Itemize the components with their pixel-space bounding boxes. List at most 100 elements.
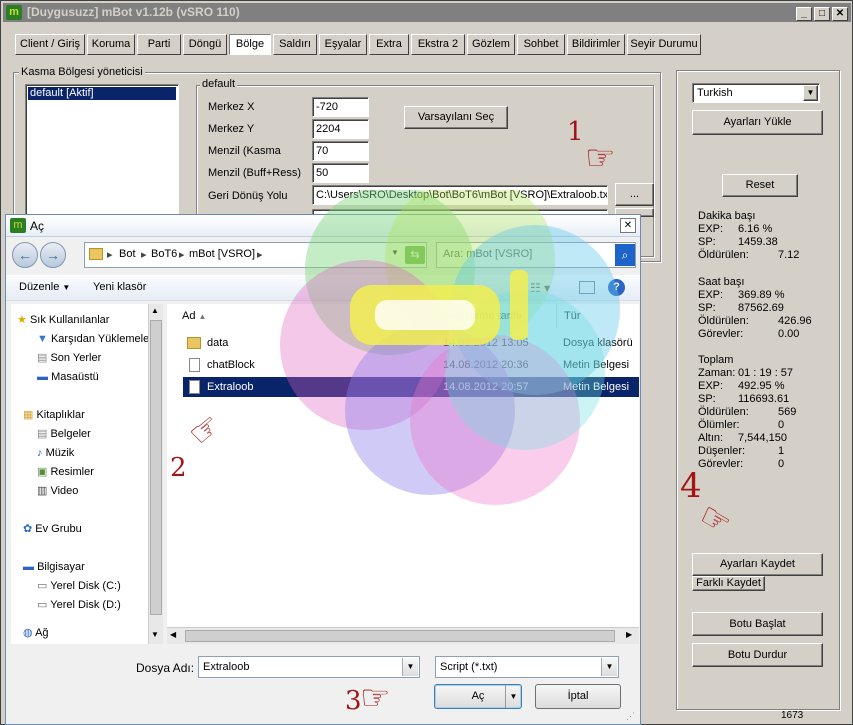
search-box[interactable]: Ara: mBot [VSRO] ⌕	[436, 242, 636, 268]
chevron-down-icon[interactable]: ▼	[402, 658, 418, 676]
nav-documents[interactable]: ▤ Belgeler	[37, 425, 91, 444]
start-bot-button[interactable]: Botu Başlat	[692, 612, 823, 636]
total-kills-value: 569	[778, 406, 797, 418]
language-select[interactable]: Turkish ▼	[692, 83, 820, 103]
select-default-button[interactable]: Varsayılanı Seç	[404, 106, 508, 129]
center-y-input[interactable]: 2204	[312, 119, 369, 139]
refresh-icon[interactable]: ⇆	[405, 246, 425, 264]
chevron-down-icon[interactable]: ▼	[505, 685, 521, 708]
organize-label: Düzenle	[19, 281, 60, 293]
resize-grip-icon[interactable]: ⋰	[626, 711, 635, 722]
status-number: 1673	[781, 710, 804, 721]
nav-pictures[interactable]: ▣ Resimler	[37, 463, 94, 482]
file-row-selected[interactable]: Extraloob 14.08.2012 20:57 Metin Belgesi	[183, 377, 639, 397]
network-icon: ◍	[23, 627, 33, 639]
tab-bildirimler[interactable]: Bildirimler	[567, 34, 625, 55]
tab-client[interactable]: Client / Giriş	[15, 34, 85, 55]
help-icon[interactable]: ?	[608, 279, 625, 296]
save-settings-button[interactable]: Ayarları Kaydet	[692, 553, 823, 576]
nav-video[interactable]: ▥ Video	[37, 482, 78, 501]
return-path-input[interactable]: C:\Users\SRO\Desktop\Bot\BoT6\mBot [VSRO…	[312, 185, 608, 205]
tab-extra[interactable]: Extra	[369, 34, 409, 55]
default-group-label: default	[200, 78, 238, 90]
reset-button[interactable]: Reset	[722, 174, 798, 197]
breadcrumb-mbot[interactable]: mBot [VSRO]	[189, 248, 255, 260]
chevron-down-icon[interactable]: ▼	[601, 658, 617, 676]
nav-favorites[interactable]: ★ Sık Kullanılanlar	[17, 311, 109, 330]
organize-menu[interactable]: Düzenle ▼	[19, 281, 70, 293]
stop-bot-button[interactable]: Botu Durdur	[692, 643, 823, 667]
nav-libraries[interactable]: ▦ Kitaplıklar	[23, 406, 85, 425]
nav-network[interactable]: ◍ Ağ	[23, 624, 49, 642]
breadcrumb-bot[interactable]: Bot	[119, 248, 136, 260]
nav-music[interactable]: ♪ Müzik	[37, 444, 74, 463]
scroll-left-icon[interactable]: ◀	[170, 630, 176, 639]
file-row[interactable]: data 14.08.2012 13:05 Dosya klasörü	[183, 333, 639, 353]
open-button[interactable]: Aç ▼	[434, 684, 522, 709]
total-sp-value: 116693.61	[738, 393, 790, 405]
scroll-down-icon[interactable]: ▼	[151, 630, 159, 639]
load-settings-button[interactable]: Ayarları Yükle	[692, 110, 823, 135]
text-file-icon	[189, 380, 200, 394]
per-minute-exp-label: EXP:	[698, 223, 724, 235]
tab-seyir-durumu[interactable]: Seyir Durumu	[627, 34, 701, 55]
area-manager-label: Kasma Bölgesi yöneticisi	[19, 66, 145, 78]
area-list-item[interactable]: default [Aktif]	[28, 87, 176, 100]
nav-scroll-thumb[interactable]	[150, 320, 162, 615]
scroll-right-icon[interactable]: ▶	[626, 630, 632, 639]
browse-button[interactable]: ...	[615, 183, 654, 206]
close-button[interactable]: ✕	[832, 7, 848, 21]
nav-scrollbar[interactable]: ▲ ▼	[148, 304, 163, 644]
nav-computer[interactable]: ▬ Bilgisayar	[23, 558, 85, 577]
file-list-hscrollbar[interactable]: ◀ ▶	[167, 627, 639, 644]
file-row[interactable]: chatBlock 14.08.2012 20:36 Metin Belgesi	[183, 355, 639, 375]
tab-parti[interactable]: Parti	[137, 34, 181, 55]
tab-saldiri[interactable]: Saldırı	[273, 34, 317, 55]
nav-desktop[interactable]: ▬ Masaüstü	[37, 368, 99, 387]
tab-dongu[interactable]: Döngü	[183, 34, 227, 55]
column-name[interactable]: Ad ▲	[175, 304, 435, 328]
recent-places-icon: ▤	[37, 352, 48, 364]
tab-gozlem[interactable]: Gözlem	[467, 34, 515, 55]
view-options-icon[interactable]: ☷ ▾	[530, 281, 550, 295]
cancel-button[interactable]: İptal	[535, 684, 621, 709]
nav-recent[interactable]: ▤ Son Yerler	[37, 349, 101, 368]
nav-disk-c[interactable]: ▭ Yerel Disk (C:)	[37, 577, 121, 596]
tab-koruma[interactable]: Koruma	[87, 34, 135, 55]
nav-disk-d-label: Yerel Disk (D:)	[50, 599, 121, 611]
nav-downloads[interactable]: ▼ Karşıdan Yüklemeler	[37, 330, 153, 349]
column-type[interactable]: Tür	[557, 304, 639, 328]
new-folder-button[interactable]: Yeni klasör	[93, 281, 146, 293]
maximize-button[interactable]: □	[814, 7, 830, 21]
scroll-up-icon[interactable]: ▲	[151, 306, 159, 315]
forward-arrow-icon[interactable]: →	[40, 242, 66, 268]
dialog-title: Aç	[30, 219, 45, 233]
column-modified[interactable]: Değiştirme tarihi	[435, 304, 557, 328]
hscroll-thumb[interactable]	[185, 630, 615, 642]
filename-input[interactable]: Extraloob ▼	[198, 656, 420, 678]
tab-esyalar[interactable]: Eşyalar	[319, 34, 367, 55]
file-list: Ad ▲ Değiştirme tarihi Tür data 14.08.20…	[167, 304, 639, 644]
search-icon[interactable]: ⌕	[615, 244, 635, 266]
file-type-filter[interactable]: Script (*.txt) ▼	[435, 656, 619, 678]
nav-homegroup[interactable]: ✿ Ev Grubu	[23, 520, 82, 539]
annotation-step-1: 1	[567, 117, 584, 147]
dialog-close-button[interactable]: ✕	[620, 218, 636, 233]
nav-disk-d[interactable]: ▭ Yerel Disk (D:)	[37, 596, 121, 615]
tab-bolge[interactable]: Bölge	[229, 34, 271, 55]
chevron-down-icon[interactable]: ▼	[391, 248, 399, 257]
chevron-down-icon[interactable]: ▼	[803, 85, 818, 101]
range-buff-input[interactable]: 50	[312, 163, 369, 183]
minimize-button[interactable]: _	[796, 7, 812, 21]
tab-sohbet[interactable]: Sohbet	[517, 34, 565, 55]
center-y-label: Merkez Y	[208, 123, 255, 135]
file-name: Extraloob	[207, 381, 254, 393]
back-arrow-icon[interactable]: ←	[12, 242, 38, 268]
center-x-input[interactable]: -720	[312, 97, 369, 117]
address-bar[interactable]: ▸ Bot ▸ BoT6 ▸ mBot [VSRO] ▸ ▼ ⇆	[84, 242, 427, 268]
range-input[interactable]: 70	[312, 141, 369, 161]
tab-ekstra2[interactable]: Ekstra 2	[411, 34, 465, 55]
breadcrumb-bot6[interactable]: BoT6	[151, 248, 177, 260]
preview-pane-icon[interactable]	[579, 281, 595, 294]
save-as-button[interactable]: Farklı Kaydet	[692, 576, 765, 591]
